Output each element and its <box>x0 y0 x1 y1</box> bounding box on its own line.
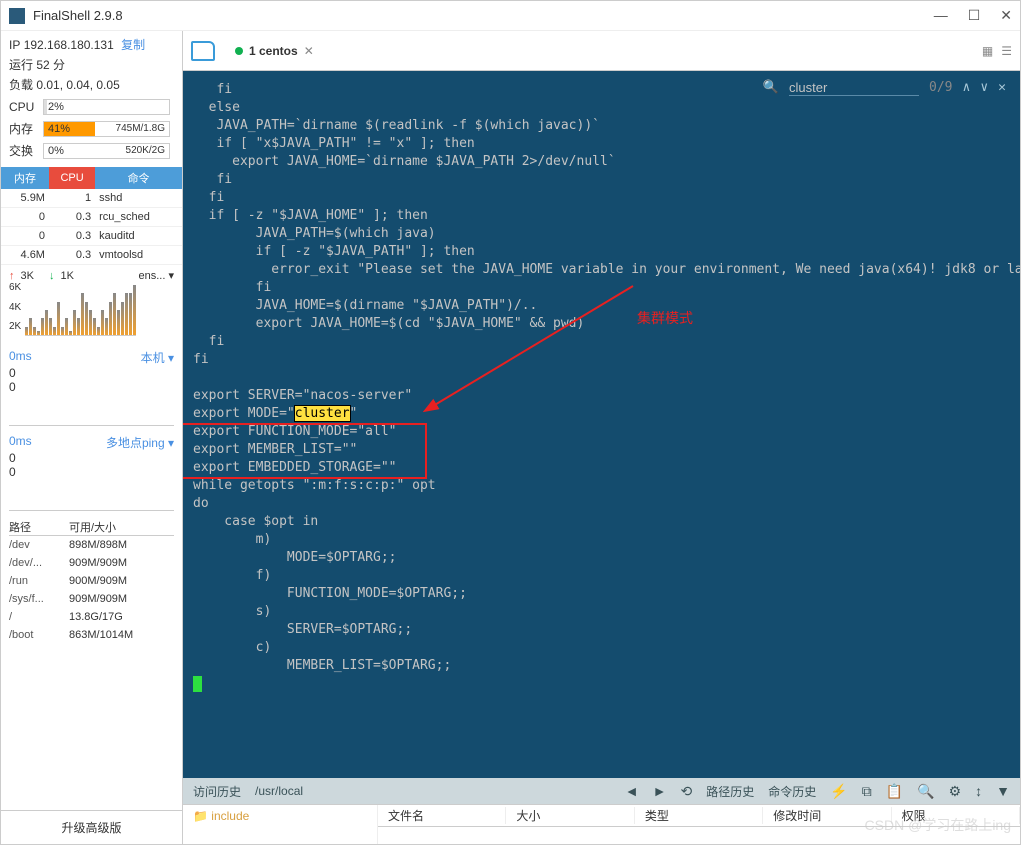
terminal[interactable]: 🔍 0/9 ∧ ∨ ✕ fi else JAVA_PATH=`dirname $… <box>183 71 1020 778</box>
search-input[interactable] <box>789 80 919 96</box>
menu-icon[interactable]: ☰ <box>1001 44 1012 58</box>
sidebar: IP 192.168.180.131 复制 运行 52 分 负载 0.01, 0… <box>1 31 183 844</box>
current-path[interactable]: /usr/local <box>255 784 303 798</box>
mem-label: 内存 <box>9 119 39 139</box>
mem-bar: 41%745M/1.8G <box>43 121 170 137</box>
forward-icon[interactable]: ► <box>653 783 667 799</box>
maximize-button[interactable]: ☐ <box>968 7 981 24</box>
download-icon: ↓ <box>49 270 55 282</box>
table-row: 4.6M0.3vmtoolsd <box>1 246 182 265</box>
search-highlight: cluster <box>295 406 350 421</box>
search-prev-icon[interactable]: ∧ <box>963 79 971 97</box>
swap-bar: 0%520K/2G <box>43 143 170 159</box>
interface-select[interactable]: ens... ▾ <box>139 269 174 282</box>
search-count: 0/9 <box>929 79 952 97</box>
swap-label: 交换 <box>9 141 39 161</box>
bottom-toolbar: 访问历史 /usr/local ◄ ► ⟲ 路径历史 命令历史 ⚡ ⧉ 📋 🔍 … <box>183 778 1020 804</box>
path-history-button[interactable]: 路径历史 <box>706 783 754 800</box>
col-filename[interactable]: 文件名 <box>378 807 506 824</box>
ip-label: IP <box>9 35 20 55</box>
folder-icon[interactable] <box>191 41 215 61</box>
window-icon[interactable]: ⧉ <box>862 783 872 800</box>
network-chart: ↑3K ↓1Kens... ▾ 6K4K2K <box>1 265 182 345</box>
ip-value: 192.168.180.131 <box>24 35 114 55</box>
close-button[interactable]: ✕ <box>1000 7 1012 24</box>
file-list: 📁 include 文件名 大小 类型 修改时间 权限 <box>183 804 1020 844</box>
tree-item[interactable]: include <box>211 809 249 823</box>
cpu-label: CPU <box>9 97 39 117</box>
title-bar: FinalShell 2.9.8 — ☐ ✕ <box>1 1 1020 31</box>
col-size[interactable]: 大小 <box>506 807 634 824</box>
latency-multi: 0ms多地点ping ▾ 00 <box>1 430 182 515</box>
copy-ip-button[interactable]: 复制 <box>121 35 145 55</box>
search-file-icon[interactable]: 🔍 <box>917 783 934 800</box>
refresh-icon[interactable]: ⟲ <box>681 783 693 800</box>
tab-close-icon[interactable]: ✕ <box>304 44 314 58</box>
copy-icon[interactable]: 📋 <box>886 783 903 800</box>
col-type[interactable]: 类型 <box>635 807 763 824</box>
status-dot-icon <box>235 47 243 55</box>
process-table: 内存CPU命令 5.9M1sshd 00.3rcu_sched 00.3kaud… <box>1 167 182 265</box>
cmd-history-button[interactable]: 命令历史 <box>768 783 816 800</box>
search-next-icon[interactable]: ∨ <box>980 79 988 97</box>
search-icon: 🔍 <box>763 79 779 97</box>
table-row: 00.3rcu_sched <box>1 208 182 227</box>
minimize-button[interactable]: — <box>934 7 948 24</box>
annotation-text: 集群模式 <box>637 311 693 329</box>
terminal-cursor <box>193 676 202 692</box>
search-close-icon[interactable]: ✕ <box>998 79 1006 97</box>
table-row: 5.9M1sshd <box>1 189 182 208</box>
visit-history-button[interactable]: 访问历史 <box>193 783 241 800</box>
multi-ping-select[interactable]: 多地点ping ▾ <box>106 434 174 451</box>
sort-icon[interactable]: ↕ <box>975 783 982 799</box>
upgrade-button[interactable]: 升级高级版 <box>1 810 182 844</box>
col-mtime[interactable]: 修改时间 <box>763 807 891 824</box>
upload-icon: ↑ <box>9 270 15 282</box>
bolt-icon[interactable]: ⚡ <box>830 783 847 800</box>
filter-icon[interactable]: ▼ <box>996 783 1010 799</box>
disk-table: 路径可用/大小 /dev898M/898M /dev/...909M/909M … <box>1 515 182 648</box>
app-title: FinalShell 2.9.8 <box>33 8 934 23</box>
tab-centos[interactable]: 1 centos ✕ <box>225 40 324 62</box>
grid-view-icon[interactable]: ▦ <box>982 44 993 58</box>
app-logo-icon <box>9 8 25 24</box>
tab-bar: 1 centos ✕ ▦ ☰ <box>183 31 1020 71</box>
runtime-text: 运行 52 分 <box>9 55 174 75</box>
local-ping-select[interactable]: 本机 ▾ <box>141 349 174 366</box>
latency-local: 0ms本机 ▾ 00 <box>1 345 182 430</box>
table-row: 00.3kauditd <box>1 227 182 246</box>
terminal-search-bar: 🔍 0/9 ∧ ∨ ✕ <box>763 79 1006 97</box>
back-icon[interactable]: ◄ <box>625 783 639 799</box>
terminal-output: fi else JAVA_PATH=`dirname $(readlink -f… <box>193 81 1020 693</box>
folder-small-icon: 📁 <box>193 809 208 823</box>
load-text: 负载 0.01, 0.04, 0.05 <box>9 75 174 95</box>
col-perm[interactable]: 权限 <box>892 807 1020 824</box>
cpu-bar: 2% <box>43 99 170 115</box>
settings-icon[interactable]: ⚙ <box>949 783 962 800</box>
